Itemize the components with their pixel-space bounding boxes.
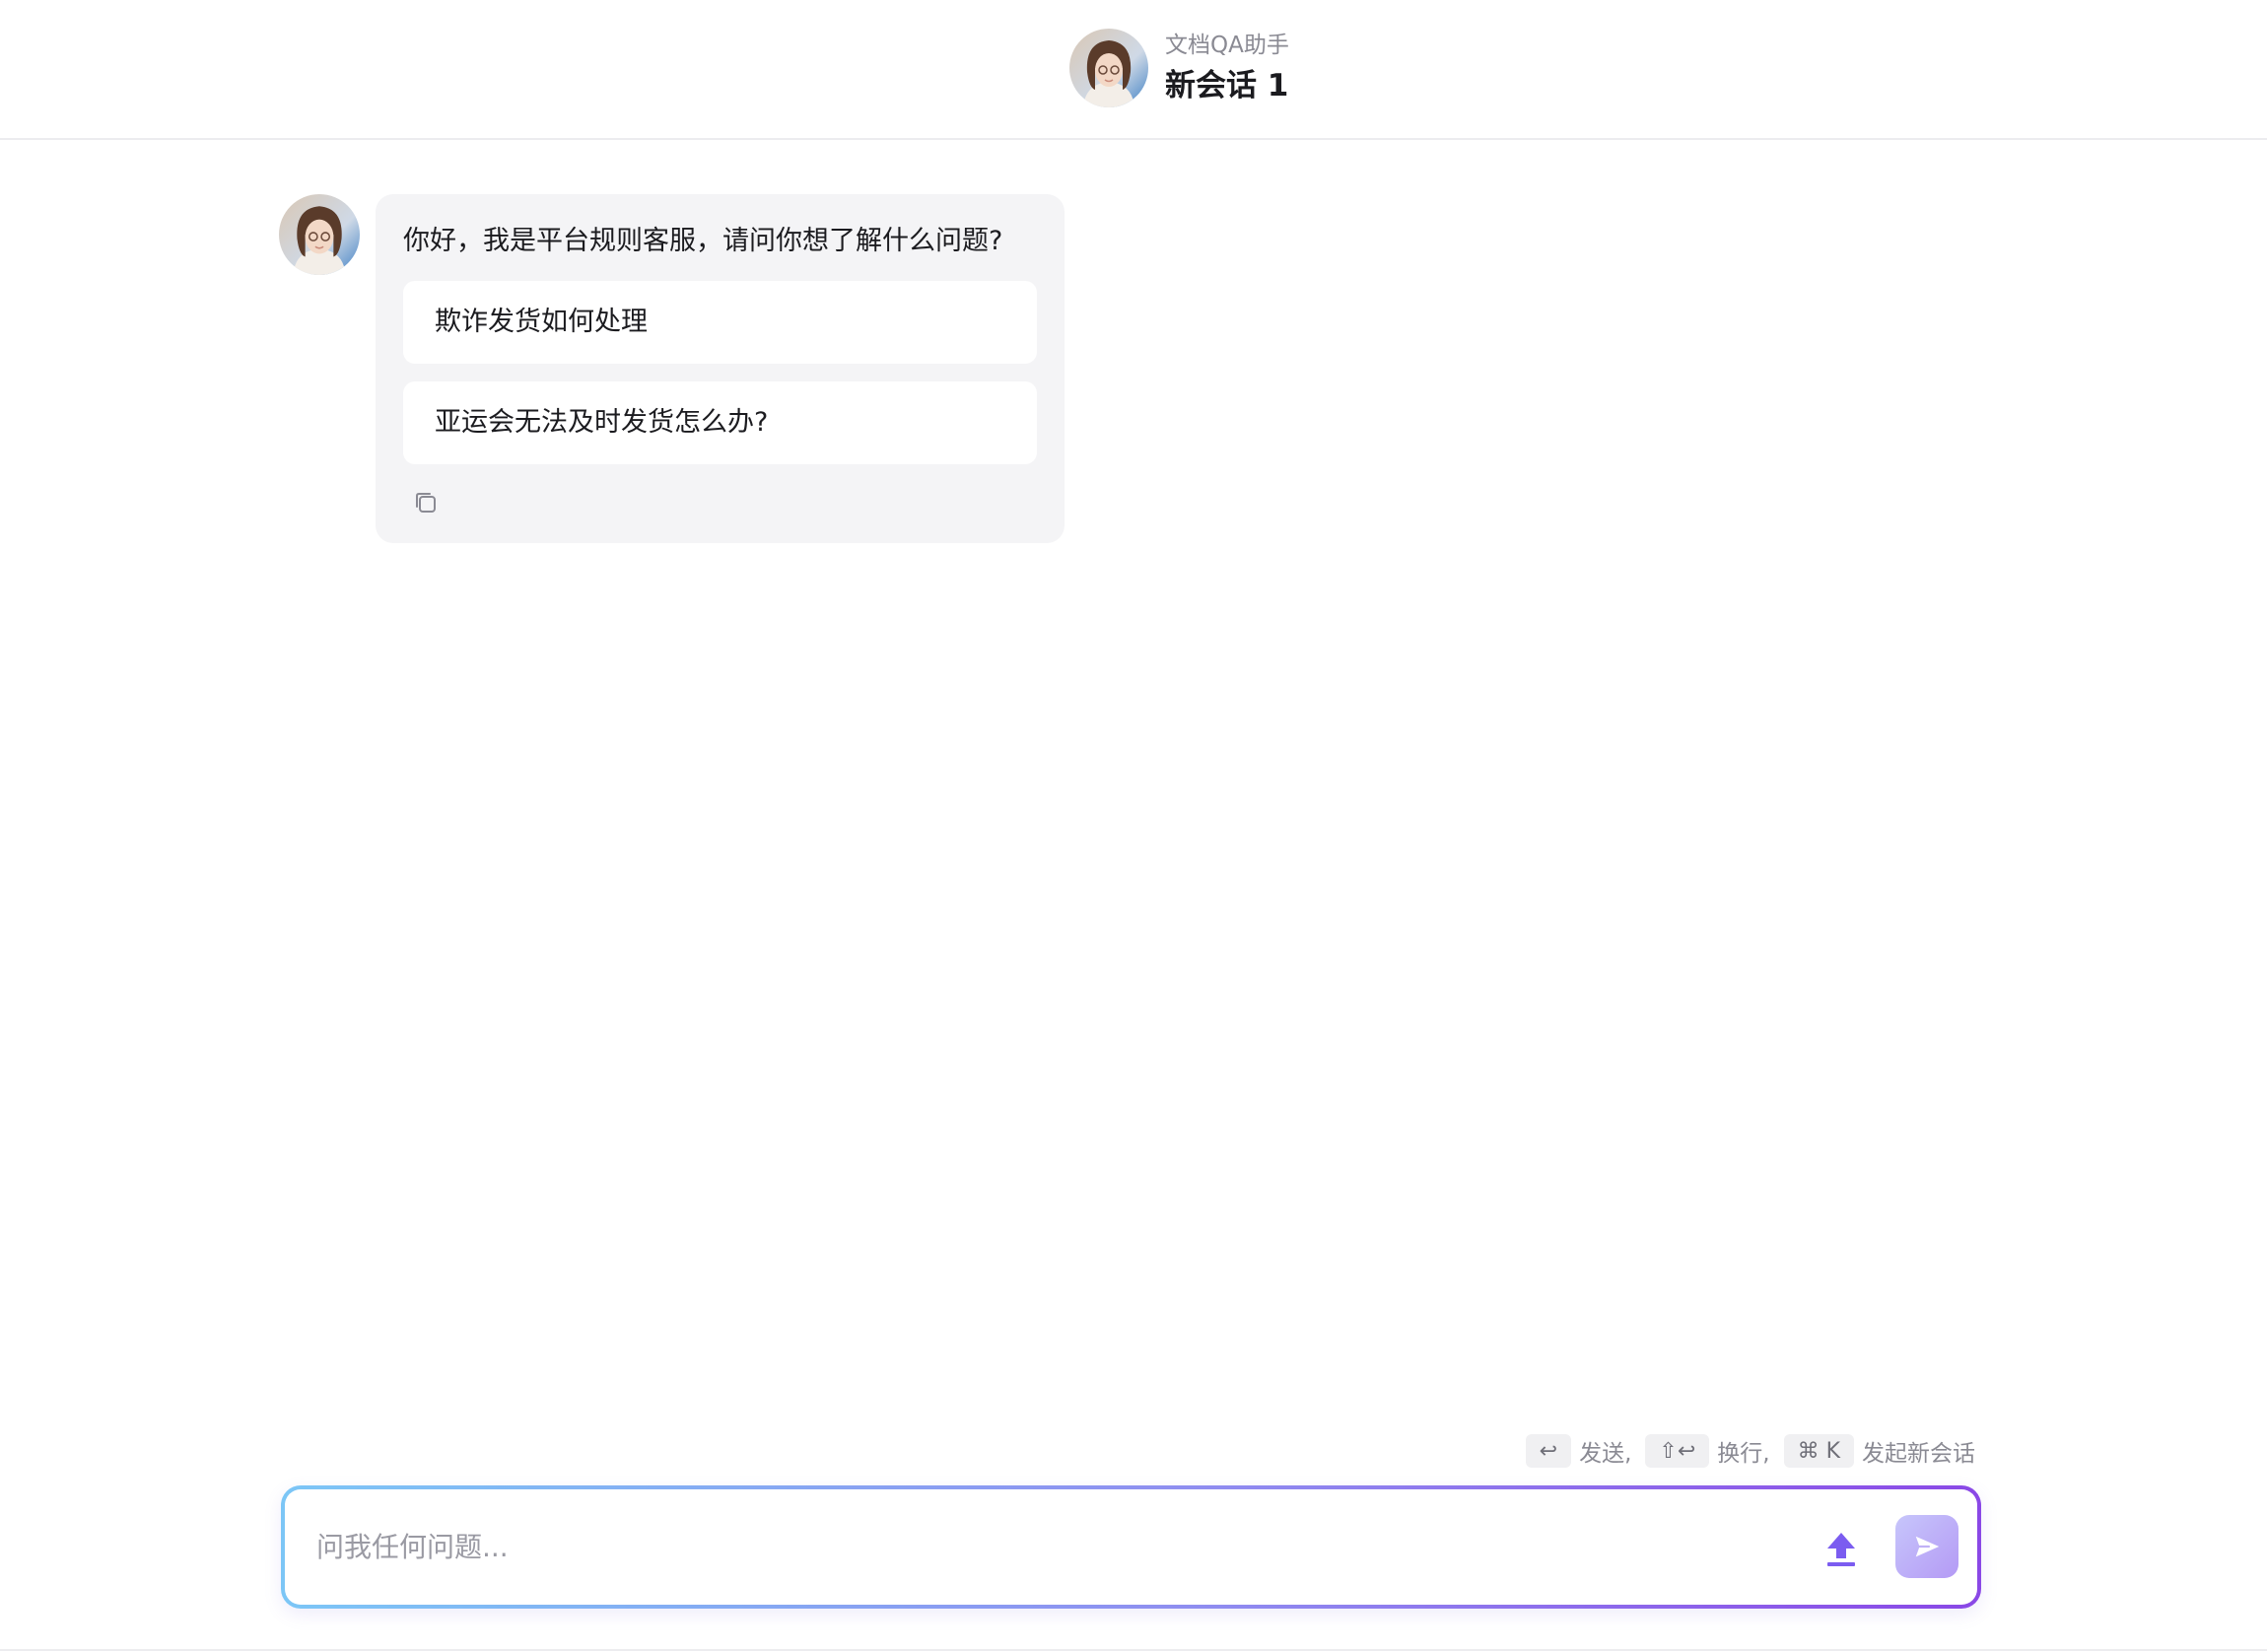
header-identity: 文档QA助手 新会话 1 [1069,29,1289,107]
newline-hint: 换行, [1717,1441,1770,1467]
chat-input[interactable] [314,1489,1744,1605]
chat-input-inner [285,1489,1977,1605]
send-button[interactable] [1895,1515,1958,1578]
shift-enter-key-badge: ⇧↩ [1645,1434,1710,1468]
assistant-avatar [279,194,360,275]
enter-key-badge: ↩ [1525,1434,1572,1468]
assistant-message: 你好，我是平台规则客服，请问你想了解什么问题? 欺诈发货如何处理 亚运会无法及时… [279,194,1065,543]
chat-input-container [281,1485,1981,1609]
new-chat-hint: 发起新会话 [1862,1441,1975,1467]
message-bubble: 你好，我是平台规则客服，请问你想了解什么问题? 欺诈发货如何处理 亚运会无法及时… [376,194,1065,543]
header-text: 文档QA助手 新会话 1 [1165,29,1289,107]
message-text: 你好，我是平台规则客服，请问你想了解什么问题? [403,226,1003,256]
chat-header: 文档QA助手 新会话 1 [0,0,2267,140]
bottom-divider [0,1649,2267,1651]
cmd-k-key-badge: ⌘ K [1783,1434,1854,1468]
conversation-title: 新会话 1 [1165,68,1289,103]
suggestion-item[interactable]: 欺诈发货如何处理 [403,281,1037,364]
send-icon [1915,1536,1940,1557]
send-hint: 发送, [1579,1441,1632,1467]
suggestion-item[interactable]: 亚运会无法及时发货怎么办? [403,381,1037,464]
upload-icon[interactable] [1823,1529,1859,1568]
assistant-name: 文档QA助手 [1165,33,1289,58]
copy-icon[interactable] [411,488,441,517]
shortcut-hints: ↩ 发送, ⇧↩ 换行, ⌘ K 发起新会话 [1525,1434,1975,1468]
assistant-avatar [1069,29,1148,107]
